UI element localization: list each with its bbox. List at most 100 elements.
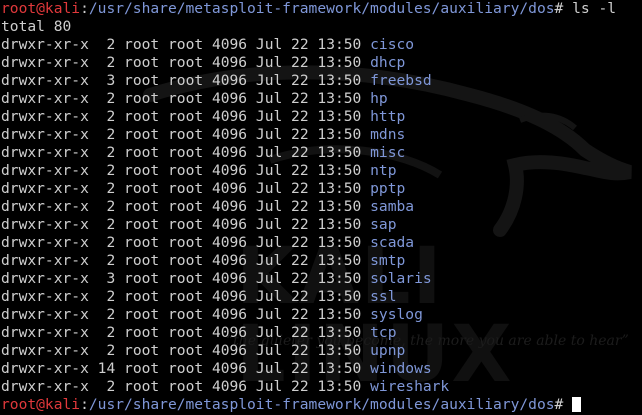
directory-name: windows xyxy=(370,360,432,377)
group-field: root xyxy=(168,360,204,377)
directory-name: scada xyxy=(370,234,415,251)
date-field: Jul 22 13:50 xyxy=(255,234,362,251)
date-field: Jul 22 13:50 xyxy=(255,54,362,71)
prompt-separator: : xyxy=(80,0,89,17)
owner-field: root xyxy=(124,162,160,179)
permissions-field: drwxr-xr-x xyxy=(1,360,89,377)
group-field: root xyxy=(168,324,204,341)
prompt-user-host: root@kali xyxy=(1,396,81,413)
listing-row: drwxr-xr-x 2 root root 4096 Jul 22 13:50… xyxy=(1,216,616,234)
group-field: root xyxy=(168,180,204,197)
date-field: Jul 22 13:50 xyxy=(255,378,362,395)
permissions-field: drwxr-xr-x xyxy=(1,54,89,71)
size-field: 4096 xyxy=(211,378,248,395)
size-field: 4096 xyxy=(211,54,248,71)
link-count-field: 2 xyxy=(97,36,116,53)
group-field: root xyxy=(168,378,204,395)
link-count-field: 2 xyxy=(97,54,116,71)
permissions-field: drwxr-xr-x xyxy=(1,144,89,161)
link-count-field: 3 xyxy=(97,72,116,89)
listing-row: drwxr-xr-x 2 root root 4096 Jul 22 13:50… xyxy=(1,306,616,324)
directory-name: ssl xyxy=(370,288,397,305)
listing-row: drwxr-xr-x 2 root root 4096 Jul 22 13:50… xyxy=(1,108,616,126)
permissions-field: drwxr-xr-x xyxy=(1,72,89,89)
link-count-field: 2 xyxy=(97,216,116,233)
size-field: 4096 xyxy=(211,252,248,269)
owner-field: root xyxy=(124,72,160,89)
owner-field: root xyxy=(124,54,160,71)
directory-name: misc xyxy=(370,144,406,161)
owner-field: root xyxy=(124,36,160,53)
link-count-field: 2 xyxy=(97,306,116,323)
owner-field: root xyxy=(124,378,160,395)
link-count-field: 2 xyxy=(97,162,116,179)
permissions-field: drwxr-xr-x xyxy=(1,90,89,107)
group-field: root xyxy=(168,252,204,269)
directory-name: upnp xyxy=(370,342,406,359)
date-field: Jul 22 13:50 xyxy=(255,126,362,143)
listing-row: drwxr-xr-x 2 root root 4096 Jul 22 13:50… xyxy=(1,252,616,270)
owner-field: root xyxy=(124,324,160,341)
directory-name: syslog xyxy=(370,306,423,323)
link-count-field: 2 xyxy=(97,252,116,269)
permissions-field: drwxr-xr-x xyxy=(1,216,89,233)
text-cursor[interactable] xyxy=(572,397,582,412)
link-count-field: 2 xyxy=(97,144,116,161)
listing-row: drwxr-xr-x 2 root root 4096 Jul 22 13:50… xyxy=(1,162,616,180)
directory-name: freebsd xyxy=(370,72,432,89)
owner-field: root xyxy=(124,216,160,233)
owner-field: root xyxy=(124,198,160,215)
size-field: 4096 xyxy=(211,360,248,377)
owner-field: root xyxy=(124,180,160,197)
listing-row: drwxr-xr-x 2 root root 4096 Jul 22 13:50… xyxy=(1,126,616,144)
directory-name: samba xyxy=(370,198,415,215)
directory-name: dhcp xyxy=(370,54,406,71)
size-field: 4096 xyxy=(211,72,248,89)
owner-field: root xyxy=(124,360,160,377)
permissions-field: drwxr-xr-x xyxy=(1,198,89,215)
date-field: Jul 22 13:50 xyxy=(255,360,362,377)
prompt-path: /usr/share/metasploit-framework/modules/… xyxy=(88,396,555,413)
size-field: 4096 xyxy=(211,180,248,197)
link-count-field: 2 xyxy=(97,288,116,305)
directory-name: sap xyxy=(370,216,397,233)
date-field: Jul 22 13:50 xyxy=(255,108,362,125)
date-field: Jul 22 13:50 xyxy=(255,288,362,305)
size-field: 4096 xyxy=(211,36,248,53)
date-field: Jul 22 13:50 xyxy=(255,306,362,323)
terminal-output[interactable]: root@kali:/usr/share/metasploit-framewor… xyxy=(1,0,616,414)
date-field: Jul 22 13:50 xyxy=(255,252,362,269)
owner-field: root xyxy=(124,90,160,107)
terminal-window[interactable]: KALI LINUX “the quieter you become, the … xyxy=(0,0,642,415)
owner-field: root xyxy=(124,252,160,269)
listing-row: drwxr-xr-x 2 root root 4096 Jul 22 13:50… xyxy=(1,144,616,162)
permissions-field: drwxr-xr-x xyxy=(1,288,89,305)
size-field: 4096 xyxy=(211,162,248,179)
group-field: root xyxy=(168,216,204,233)
listing-row: drwxr-xr-x 2 root root 4096 Jul 22 13:50… xyxy=(1,90,616,108)
group-field: root xyxy=(168,288,204,305)
group-field: root xyxy=(168,234,204,251)
date-field: Jul 22 13:50 xyxy=(255,90,362,107)
link-count-field: 2 xyxy=(97,108,116,125)
size-field: 4096 xyxy=(211,306,248,323)
listing-row: drwxr-xr-x 2 root root 4096 Jul 22 13:50… xyxy=(1,378,616,396)
listing-row: drwxr-xr-x 3 root root 4096 Jul 22 13:50… xyxy=(1,72,616,90)
date-field: Jul 22 13:50 xyxy=(255,270,362,287)
permissions-field: drwxr-xr-x xyxy=(1,342,89,359)
size-field: 4096 xyxy=(211,270,248,287)
size-field: 4096 xyxy=(211,144,248,161)
owner-field: root xyxy=(124,108,160,125)
group-field: root xyxy=(168,270,204,287)
group-field: root xyxy=(168,108,204,125)
group-field: root xyxy=(168,90,204,107)
listing: drwxr-xr-x 2 root root 4096 Jul 22 13:50… xyxy=(1,36,616,396)
group-field: root xyxy=(168,162,204,179)
directory-name: mdns xyxy=(370,126,406,143)
active-prompt-line[interactable]: root@kali:/usr/share/metasploit-framewor… xyxy=(1,396,616,414)
permissions-field: drwxr-xr-x xyxy=(1,378,89,395)
prompt-user-host: root@kali xyxy=(1,0,81,17)
size-field: 4096 xyxy=(211,126,248,143)
group-field: root xyxy=(168,36,204,53)
prompt-separator: : xyxy=(80,396,89,413)
